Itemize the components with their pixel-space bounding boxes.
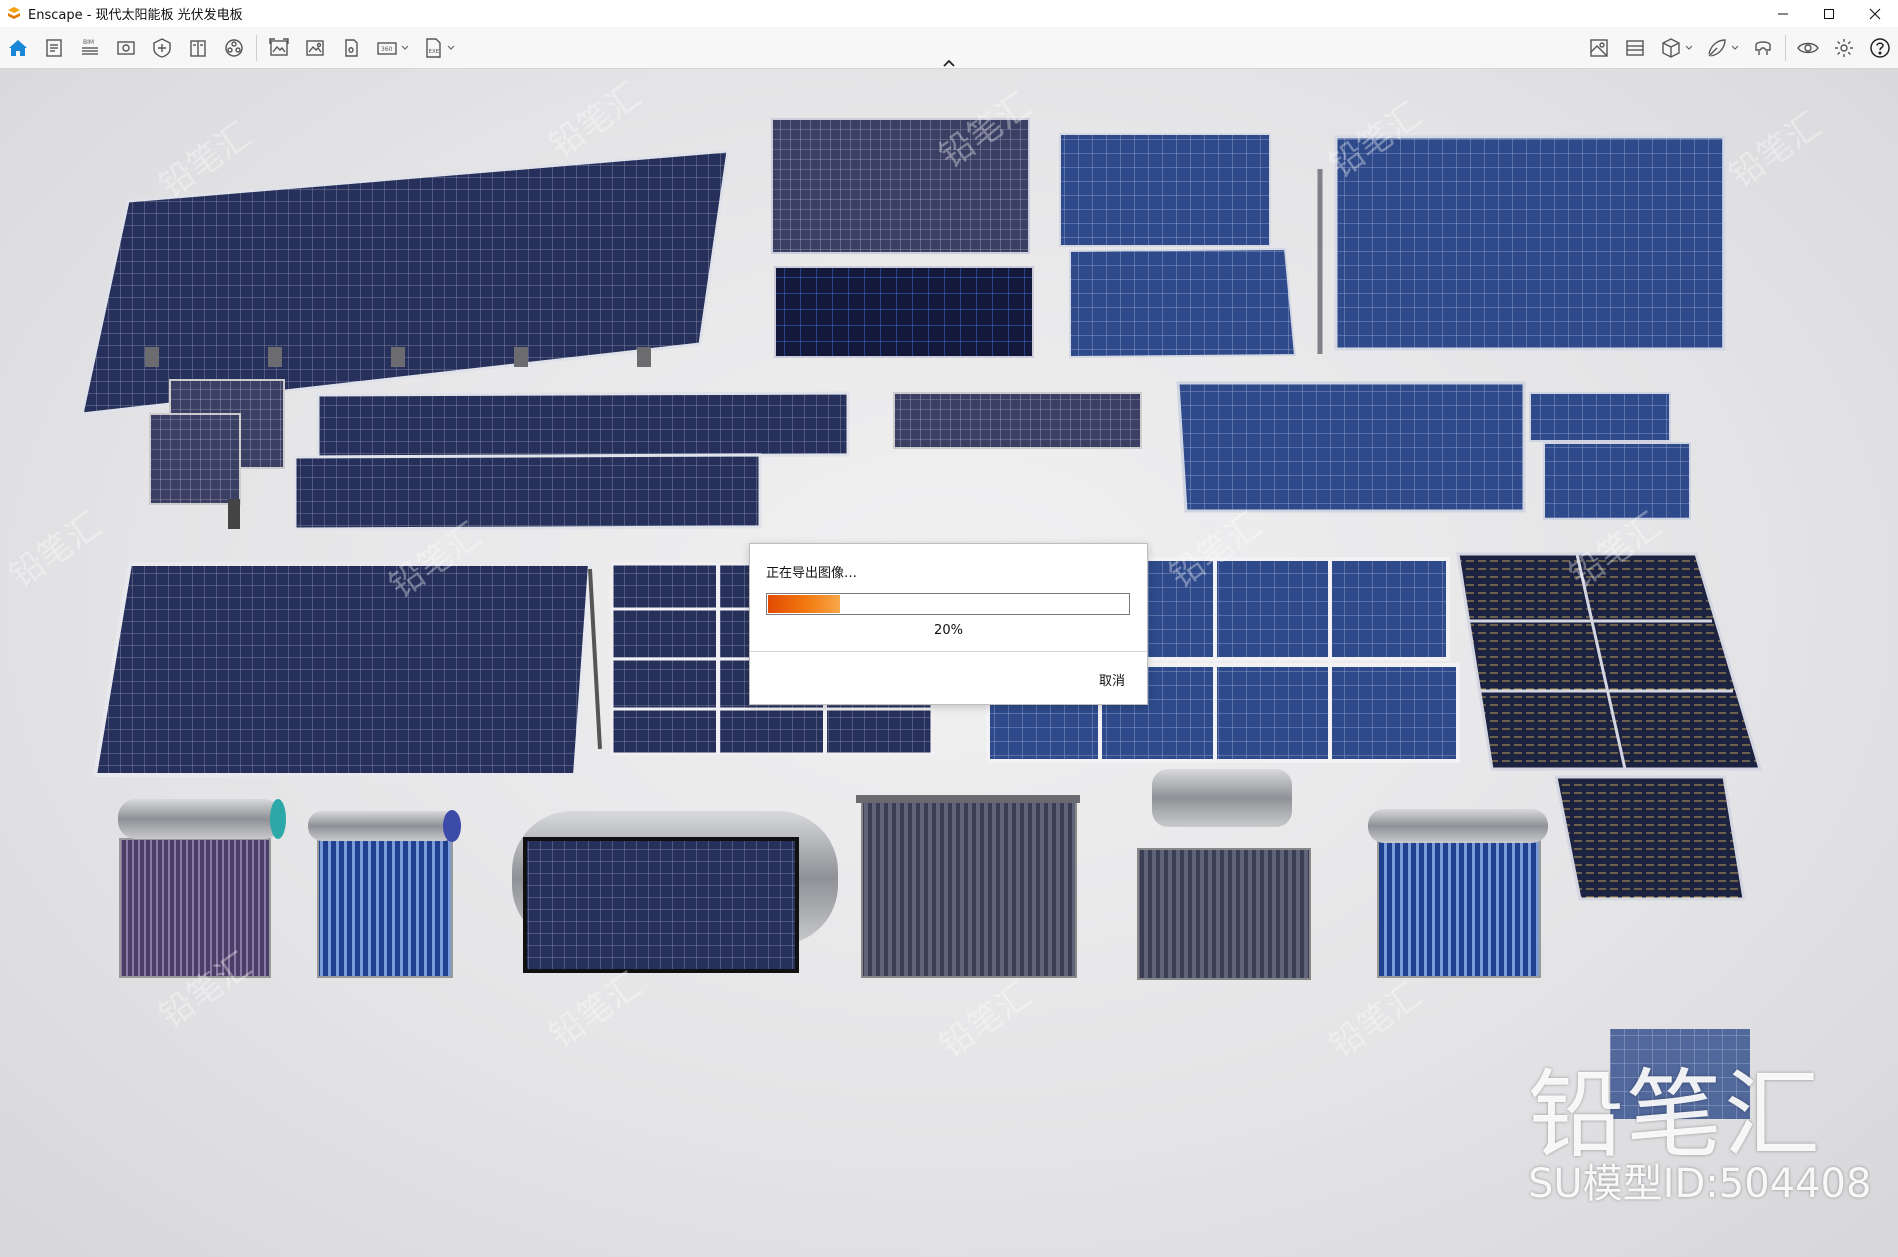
- title-bar: Enscape - 现代太阳能板 光伏发电板: [0, 0, 1898, 27]
- toolbar: BIM 360 EXE: [0, 27, 1898, 69]
- bim-icon: BIM: [82, 39, 98, 55]
- screenshot-icon: [269, 37, 289, 56]
- maximize-button[interactable]: [1806, 0, 1852, 27]
- svg-text:铅笔汇: 铅笔汇: [2, 505, 108, 596]
- video-icon: [225, 38, 243, 57]
- window-controls: [1760, 0, 1898, 27]
- toolbar-separator: [256, 34, 257, 61]
- enscape-logo-icon: [8, 6, 20, 19]
- toolbar-separator: [1785, 34, 1786, 61]
- book-button[interactable]: [180, 31, 216, 65]
- minimize-icon: [1778, 13, 1788, 14]
- chevron-down-icon: [401, 45, 409, 50]
- chevron-down-icon: [447, 45, 455, 50]
- svg-text:360: 360: [381, 46, 393, 53]
- window-title: Enscape - 现代太阳能板 光伏发电板: [28, 8, 243, 23]
- toolbar-left-group: BIM 360 EXE: [0, 27, 461, 68]
- settings-button[interactable]: [1826, 31, 1862, 65]
- svg-text:铅笔汇: 铅笔汇: [1322, 975, 1428, 1066]
- cube-icon: [1662, 37, 1680, 58]
- map-button[interactable]: [1581, 31, 1617, 65]
- export-progress-bar: [766, 593, 1130, 615]
- settings-icon: [1835, 38, 1853, 57]
- maximize-icon: [1824, 8, 1834, 19]
- panorama-icon: [345, 38, 358, 57]
- materials-icon: [1708, 38, 1726, 57]
- export-progress-dialog: 正在导出图像… 20% 取消: [749, 543, 1148, 705]
- help-icon: [1870, 37, 1890, 58]
- views-icon: [117, 40, 135, 55]
- chevron-down-icon: [1685, 45, 1693, 50]
- safe-frame-button[interactable]: [144, 31, 180, 65]
- minimize-button[interactable]: [1760, 0, 1806, 27]
- dialog-divider: [750, 651, 1147, 652]
- vr-headset-icon: [1755, 40, 1771, 55]
- atmosphere-button[interactable]: [1617, 31, 1653, 65]
- cube-dropdown-button[interactable]: [1683, 31, 1695, 65]
- chevron-down-icon: [1731, 45, 1739, 50]
- documents-button[interactable]: [36, 31, 72, 65]
- svg-text:铅笔汇: 铅笔汇: [542, 965, 648, 1056]
- visual-settings-button[interactable]: [1790, 31, 1826, 65]
- screenshot-button[interactable]: [261, 31, 297, 65]
- help-button[interactable]: [1862, 31, 1898, 65]
- visual-settings-icon: [1797, 42, 1819, 53]
- book-icon: [190, 39, 206, 57]
- bim-button[interactable]: BIM: [72, 31, 108, 65]
- export-dropdown-button[interactable]: [445, 31, 457, 65]
- svg-text:BIM: BIM: [83, 39, 94, 46]
- home-button[interactable]: [0, 31, 36, 65]
- progress-bar-fill: [768, 595, 840, 613]
- close-button[interactable]: [1852, 0, 1898, 27]
- watermark-model-id-text: SU模型ID:504408: [1528, 1161, 1872, 1207]
- map-icon: [1590, 38, 1608, 57]
- export-exe-icon: EXE: [426, 37, 441, 58]
- home-icon: [9, 39, 27, 56]
- views-button[interactable]: [108, 31, 144, 65]
- svg-text:铅笔汇: 铅笔汇: [1722, 105, 1828, 196]
- close-icon: [1869, 8, 1881, 19]
- svg-text:铅笔汇: 铅笔汇: [932, 975, 1038, 1066]
- svg-text:铅笔汇: 铅笔汇: [542, 75, 648, 166]
- panorama-button[interactable]: [333, 31, 369, 65]
- svg-text:EXE: EXE: [429, 49, 440, 55]
- cancel-button[interactable]: 取消: [1099, 670, 1125, 689]
- materials-dropdown-button[interactable]: [1729, 31, 1741, 65]
- video-button[interactable]: [216, 31, 252, 65]
- collapse-toolbar-chevron-up-icon[interactable]: [940, 57, 958, 69]
- image-button[interactable]: [297, 31, 333, 65]
- dialog-title: 正在导出图像…: [766, 566, 858, 581]
- progress-percent-label: 20%: [934, 623, 963, 638]
- panorama-360-icon: 360: [377, 41, 397, 55]
- toolbar-right-group: [1581, 27, 1898, 68]
- documents-icon: [46, 38, 62, 57]
- vr-headset-button[interactable]: [1745, 31, 1781, 65]
- safe-frame-icon: [153, 37, 171, 58]
- image-icon: [306, 39, 324, 56]
- atmosphere-icon: [1626, 39, 1644, 56]
- panorama-dropdown-button[interactable]: [399, 31, 411, 65]
